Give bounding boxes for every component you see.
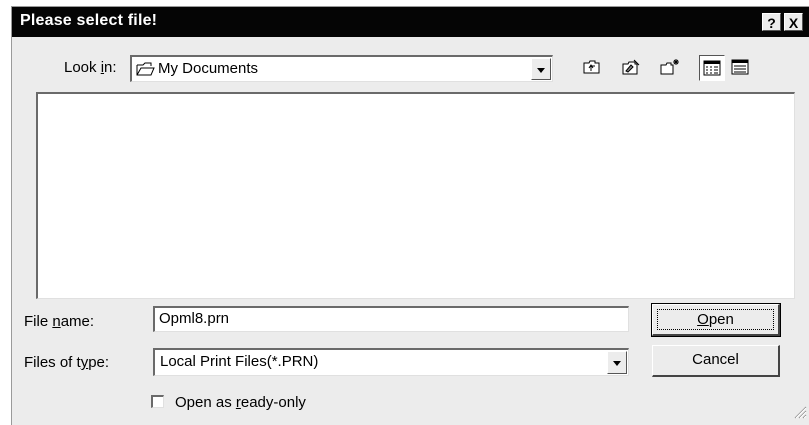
lookin-value: My Documents: [158, 60, 259, 77]
lookin-dropdown[interactable]: My Documents: [130, 55, 553, 82]
filename-value: Opml8.prn: [159, 310, 230, 327]
favorites-icon: [622, 59, 640, 80]
cancel-button[interactable]: Cancel: [652, 345, 780, 377]
lookin-label: Look in:: [64, 59, 117, 76]
filetype-dropdown-button[interactable]: [607, 351, 627, 374]
up-one-level-icon: [583, 59, 601, 79]
filetype-dropdown[interactable]: Local Print Files(*.PRN): [153, 348, 629, 376]
folder-icon: [136, 61, 156, 81]
resize-grip-icon[interactable]: [793, 405, 807, 423]
open-button-label: Open: [657, 309, 774, 330]
readonly-label[interactable]: Open as ready-only: [175, 394, 306, 411]
details-view-button[interactable]: [728, 55, 754, 81]
dialog-title: Please select file!: [20, 12, 158, 29]
file-dialog: Please select file! ? X Look in: My Docu…: [11, 6, 809, 425]
open-button[interactable]: Open: [651, 303, 781, 337]
filename-label: File name:: [24, 313, 95, 330]
chevron-down-icon: [537, 68, 545, 73]
chevron-down-icon: [613, 361, 621, 366]
up-one-level-button[interactable]: [579, 55, 605, 81]
help-icon: ?: [767, 15, 776, 31]
filename-input[interactable]: Opml8.prn: [153, 306, 629, 332]
help-button[interactable]: ?: [762, 13, 781, 31]
details-view-icon: [731, 59, 749, 79]
favorites-button[interactable]: [618, 55, 644, 81]
close-button[interactable]: X: [784, 13, 803, 31]
lookin-dropdown-button[interactable]: [531, 58, 551, 80]
cancel-button-label: Cancel: [692, 351, 739, 368]
file-list[interactable]: [36, 92, 795, 299]
title-bar: Please select file! ? X: [12, 7, 809, 37]
filetype-label: Files of type:: [24, 354, 110, 371]
close-icon: X: [788, 15, 799, 31]
filetype-value: Local Print Files(*.PRN): [160, 353, 319, 370]
list-view-button[interactable]: [699, 55, 725, 81]
new-folder-button[interactable]: [657, 55, 683, 81]
readonly-checkbox[interactable]: [151, 395, 164, 408]
new-folder-icon: [660, 58, 680, 80]
list-view-icon: [703, 60, 721, 80]
